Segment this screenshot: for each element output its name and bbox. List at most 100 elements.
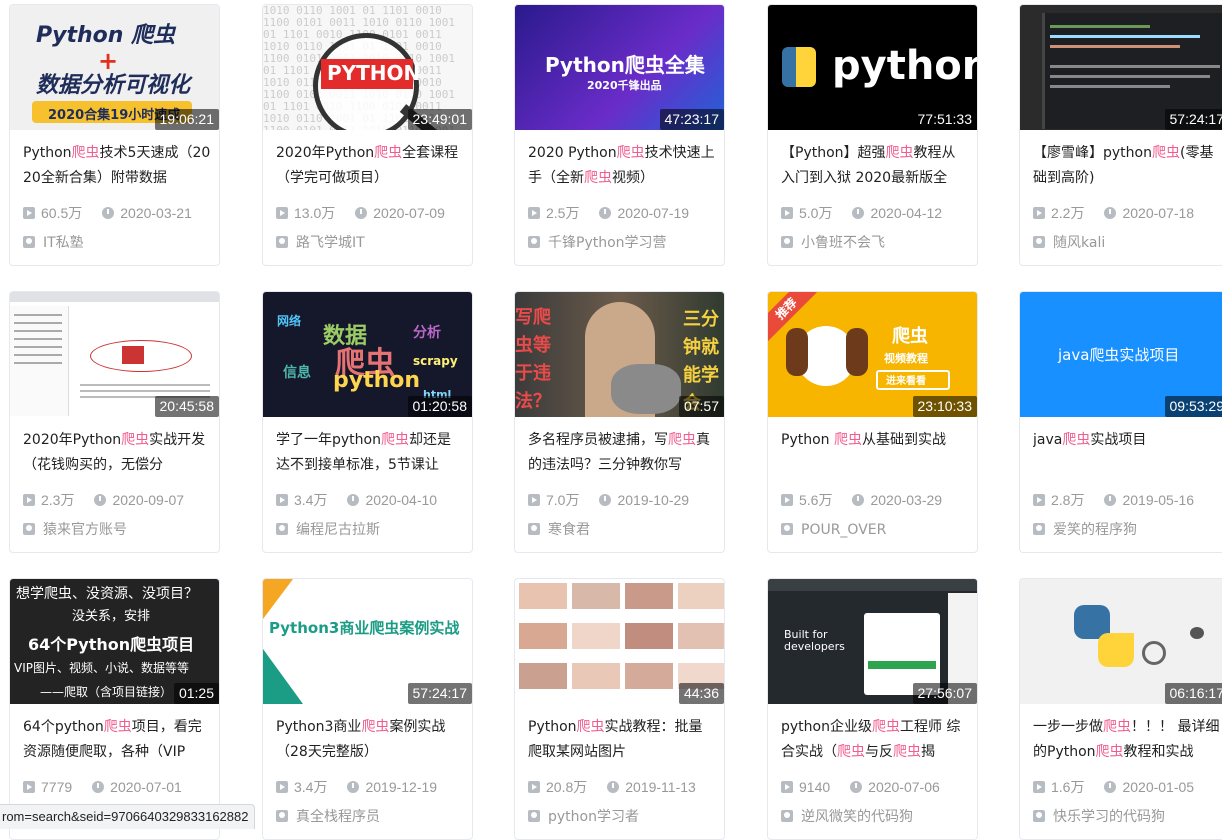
uploader[interactable]: 逆风微笑的代码狗: [781, 807, 913, 827]
title-text: Python: [23, 145, 72, 161]
video-card[interactable]: Python爬虫全集 2020千锋出品47:23:17 2020 Python爬虫…: [514, 4, 725, 266]
uploader-name[interactable]: 小鲁班不会飞: [801, 235, 885, 251]
video-title[interactable]: 2020年Python爬虫实战开发（花钱购买的，无偿分: [23, 428, 211, 478]
video-thumbnail[interactable]: 57:24:17: [1020, 5, 1222, 130]
browser-status-url: rom=search&seid=9706640329833162882: [0, 804, 255, 829]
video-meta: 3.4万2020-04-10: [276, 490, 437, 510]
video-card[interactable]: python77:51:33 【Python】超强爬虫教程从入门到入狱 2020最…: [767, 4, 978, 266]
video-card[interactable]: java爬虫实战项目09:53:29java爬虫实战项目2.8万2019-05-…: [1019, 291, 1222, 553]
video-thumbnail[interactable]: python77:51:33: [768, 5, 978, 130]
video-card[interactable]: 57:24:17【廖雪峰】python爬虫(零基础到高阶)2.2万2020-07…: [1019, 4, 1222, 266]
title-text: 2020年Python: [23, 432, 121, 448]
video-title[interactable]: java爬虫实战项目: [1033, 428, 1221, 478]
uploader[interactable]: 寒食君: [528, 520, 590, 540]
video-thumbnail[interactable]: Built for developers 27:56:07: [768, 579, 978, 704]
video-thumbnail[interactable]: 20:45:58: [10, 292, 220, 417]
uploader-name[interactable]: 路飞学城IT: [296, 235, 365, 251]
clock-icon: [92, 781, 104, 793]
uploader-name[interactable]: 爱笑的程序狗: [1053, 522, 1137, 538]
video-thumbnail[interactable]: java爬虫实战项目 09:53:29: [1020, 292, 1222, 417]
thumbnail-art: python: [333, 368, 420, 393]
video-thumbnail[interactable]: 推荐 爬虫 视频教程 进来看看23:10:33: [768, 292, 978, 417]
duration-badge: 57:24:17: [1165, 109, 1222, 130]
uploader[interactable]: POUR_OVER: [781, 520, 886, 540]
video-card[interactable]: 写爬虫等于违法？ 三分钟就能学会07:57 多名程序员被逮捕，写爬虫真的违法吗？三…: [514, 291, 725, 553]
thumbnail-art: java爬虫实战项目: [1058, 344, 1179, 365]
video-thumbnail[interactable]: 写爬虫等于违法？ 三分钟就能学会07:57: [515, 292, 725, 417]
video-title[interactable]: Python3商业爬虫案例实战（28天完整版）: [276, 715, 464, 765]
video-card[interactable]: 06:16:17一步一步做爬虫！！！ 最详细的Python爬虫教程和实战1.6万…: [1019, 578, 1222, 840]
uploader[interactable]: 爱笑的程序狗: [1033, 520, 1137, 540]
keyword-highlight: 爬虫: [1062, 432, 1090, 448]
video-thumbnail[interactable]: 想学爬虫、没资源、没项目？ 没关系，安排 64个Python爬虫项目 VIP图片…: [10, 579, 220, 704]
uploader-name[interactable]: 猿来官方账号: [43, 522, 127, 538]
video-card[interactable]: Python 爬虫 + 数据分析可视化 2020合集19小时速成19:06:21…: [9, 4, 220, 266]
uploader[interactable]: 快乐学习的代码狗: [1033, 807, 1165, 827]
keyword-highlight: 爬虫: [381, 432, 409, 448]
video-title[interactable]: Python爬虫技术5天速成（2020全新合集）附带数据: [23, 141, 211, 191]
user-icon: [23, 236, 35, 248]
video-card[interactable]: 想学爬虫、没资源、没项目？ 没关系，安排 64个Python爬虫项目 VIP图片…: [9, 578, 220, 840]
thumbnail-art: [10, 306, 69, 416]
video-title[interactable]: 64个python爬虫项目，看完资源随便爬取，各种（VIP: [23, 715, 211, 765]
thumbnail-art: scrapy: [413, 354, 458, 368]
uploader-name[interactable]: 随风kali: [1053, 235, 1105, 251]
video-title[interactable]: 【Python】超强爬虫教程从入门到入狱 2020最新版全: [781, 141, 969, 191]
uploader-name[interactable]: IT私塾: [43, 235, 84, 251]
video-title[interactable]: 2020 Python爬虫技术快速上手（全新爬虫视频）: [528, 141, 716, 191]
keyword-highlight: 爬虫: [577, 719, 605, 735]
video-card[interactable]: 推荐 爬虫 视频教程 进来看看23:10:33Python 爬虫从基础到实战5.…: [767, 291, 978, 553]
uploader-name[interactable]: 真全栈程序员: [296, 809, 380, 825]
uploader[interactable]: 猿来官方账号: [23, 520, 127, 540]
uploader[interactable]: 随风kali: [1033, 233, 1105, 253]
uploader[interactable]: python学习者: [528, 807, 639, 827]
uploader[interactable]: 编程尼古拉斯: [276, 520, 380, 540]
video-card[interactable]: 数据 爬虫 python 网络 分析 信息 scrapy html 01:20:…: [262, 291, 473, 553]
thumbnail-art: 2020千锋出品: [587, 77, 662, 93]
uploader-name[interactable]: 编程尼古拉斯: [296, 522, 380, 538]
uploader-name[interactable]: 逆风微笑的代码狗: [801, 809, 913, 825]
uploader[interactable]: 真全栈程序员: [276, 807, 380, 827]
video-card[interactable]: 44:36Python爬虫实战教程：批量爬取某网站图片20.8万2019-11-…: [514, 578, 725, 840]
video-title[interactable]: 一步一步做爬虫！！！ 最详细的Python爬虫教程和实战: [1033, 715, 1221, 765]
video-thumbnail[interactable]: Python爬虫全集 2020千锋出品47:23:17: [515, 5, 725, 130]
duration-badge: 09:53:29: [1165, 396, 1222, 417]
uploader-name[interactable]: python学习者: [548, 809, 639, 825]
title-text: 一步一步做: [1033, 719, 1103, 735]
video-title[interactable]: 多名程序员被逮捕，写爬虫真的违法吗？三分钟教你写: [528, 428, 716, 478]
video-title[interactable]: 2020年Python爬虫全套课程（学完可做项目）: [276, 141, 464, 191]
video-title[interactable]: 【廖雪峰】python爬虫(零基础到高阶): [1033, 141, 1221, 191]
clock-icon: [102, 207, 114, 219]
uploader[interactable]: 千锋Python学习营: [528, 233, 667, 253]
video-thumbnail[interactable]: 1010 0110 1001 01 1101 0010 1100 0101 00…: [263, 5, 473, 130]
thumbnail-art: [786, 328, 808, 376]
uploader-name[interactable]: POUR_OVER: [801, 522, 886, 538]
upload-date: 2020-01-05: [1122, 779, 1194, 795]
thumbnail-art: Built for developers: [784, 629, 854, 653]
play-count-icon: [276, 207, 288, 219]
uploader[interactable]: IT私塾: [23, 233, 84, 253]
uploader[interactable]: 小鲁班不会飞: [781, 233, 885, 253]
video-thumbnail[interactable]: Python 爬虫 + 数据分析可视化 2020合集19小时速成19:06:21: [10, 5, 220, 130]
video-card[interactable]: 20:45:582020年Python爬虫实战开发（花钱购买的，无偿分2.3万2…: [9, 291, 220, 553]
video-thumbnail[interactable]: Python3商业爬虫案例实战57:24:17: [263, 579, 473, 704]
uploader-name[interactable]: 快乐学习的代码狗: [1053, 809, 1165, 825]
thumbnail-art: [263, 649, 303, 704]
thumbnail-art: 信息: [283, 362, 311, 382]
video-title[interactable]: 学了一年python爬虫却还是达不到接单标准，5节课让: [276, 428, 464, 478]
uploader-name[interactable]: 寒食君: [548, 522, 590, 538]
play-count-icon: [276, 781, 288, 793]
video-card[interactable]: 1010 0110 1001 01 1101 0010 1100 0101 00…: [262, 4, 473, 266]
uploader[interactable]: 路飞学城IT: [276, 233, 365, 253]
video-thumbnail[interactable]: 06:16:17: [1020, 579, 1222, 704]
view-count: 9140: [799, 779, 830, 795]
video-thumbnail[interactable]: 44:36: [515, 579, 725, 704]
video-title[interactable]: Python 爬虫从基础到实战: [781, 428, 969, 478]
uploader-name[interactable]: 千锋Python学习营: [548, 235, 667, 251]
video-title[interactable]: python企业级爬虫工程师 综合实战（爬虫与反爬虫揭: [781, 715, 969, 765]
video-card[interactable]: Python3商业爬虫案例实战57:24:17 Python3商业爬虫案例实战（2…: [262, 578, 473, 840]
video-thumbnail[interactable]: 数据 爬虫 python 网络 分析 信息 scrapy html 01:20:…: [263, 292, 473, 417]
play-count-icon: [23, 781, 35, 793]
video-card[interactable]: Built for developers 27:56:07 python企业级爬虫…: [767, 578, 978, 840]
video-title[interactable]: Python爬虫实战教程：批量爬取某网站图片: [528, 715, 716, 765]
